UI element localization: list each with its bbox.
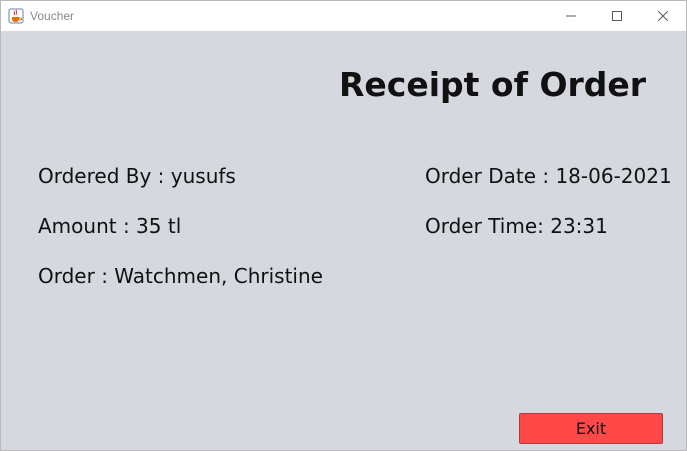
minimize-icon — [566, 15, 576, 17]
order-items-label: Order : Watchmen, Christine — [38, 264, 323, 288]
java-app-icon — [8, 8, 24, 24]
title-bar[interactable]: Voucher — [1, 1, 686, 31]
order-time-label: Order Time: 23:31 — [425, 214, 608, 238]
close-button[interactable] — [640, 1, 686, 31]
maximize-icon — [612, 11, 622, 21]
receipt-heading: Receipt of Order — [339, 65, 647, 104]
amount-label: Amount : 35 tl — [38, 214, 182, 238]
window-controls — [548, 1, 686, 31]
ordered-by-label: Ordered By : yusufs — [38, 164, 236, 188]
order-date-label: Order Date : 18-06-2021 — [425, 164, 672, 188]
maximize-button[interactable] — [594, 1, 640, 31]
minimize-button[interactable] — [548, 1, 594, 31]
exit-button[interactable]: Exit — [519, 413, 663, 444]
close-icon — [658, 11, 668, 21]
window-title: Voucher — [30, 9, 75, 23]
voucher-window: Voucher Receipt of Order Ordered By: yu… — [0, 0, 687, 451]
receipt-panel: Receipt of Order Ordered By : yusufs Amo… — [1, 32, 686, 450]
